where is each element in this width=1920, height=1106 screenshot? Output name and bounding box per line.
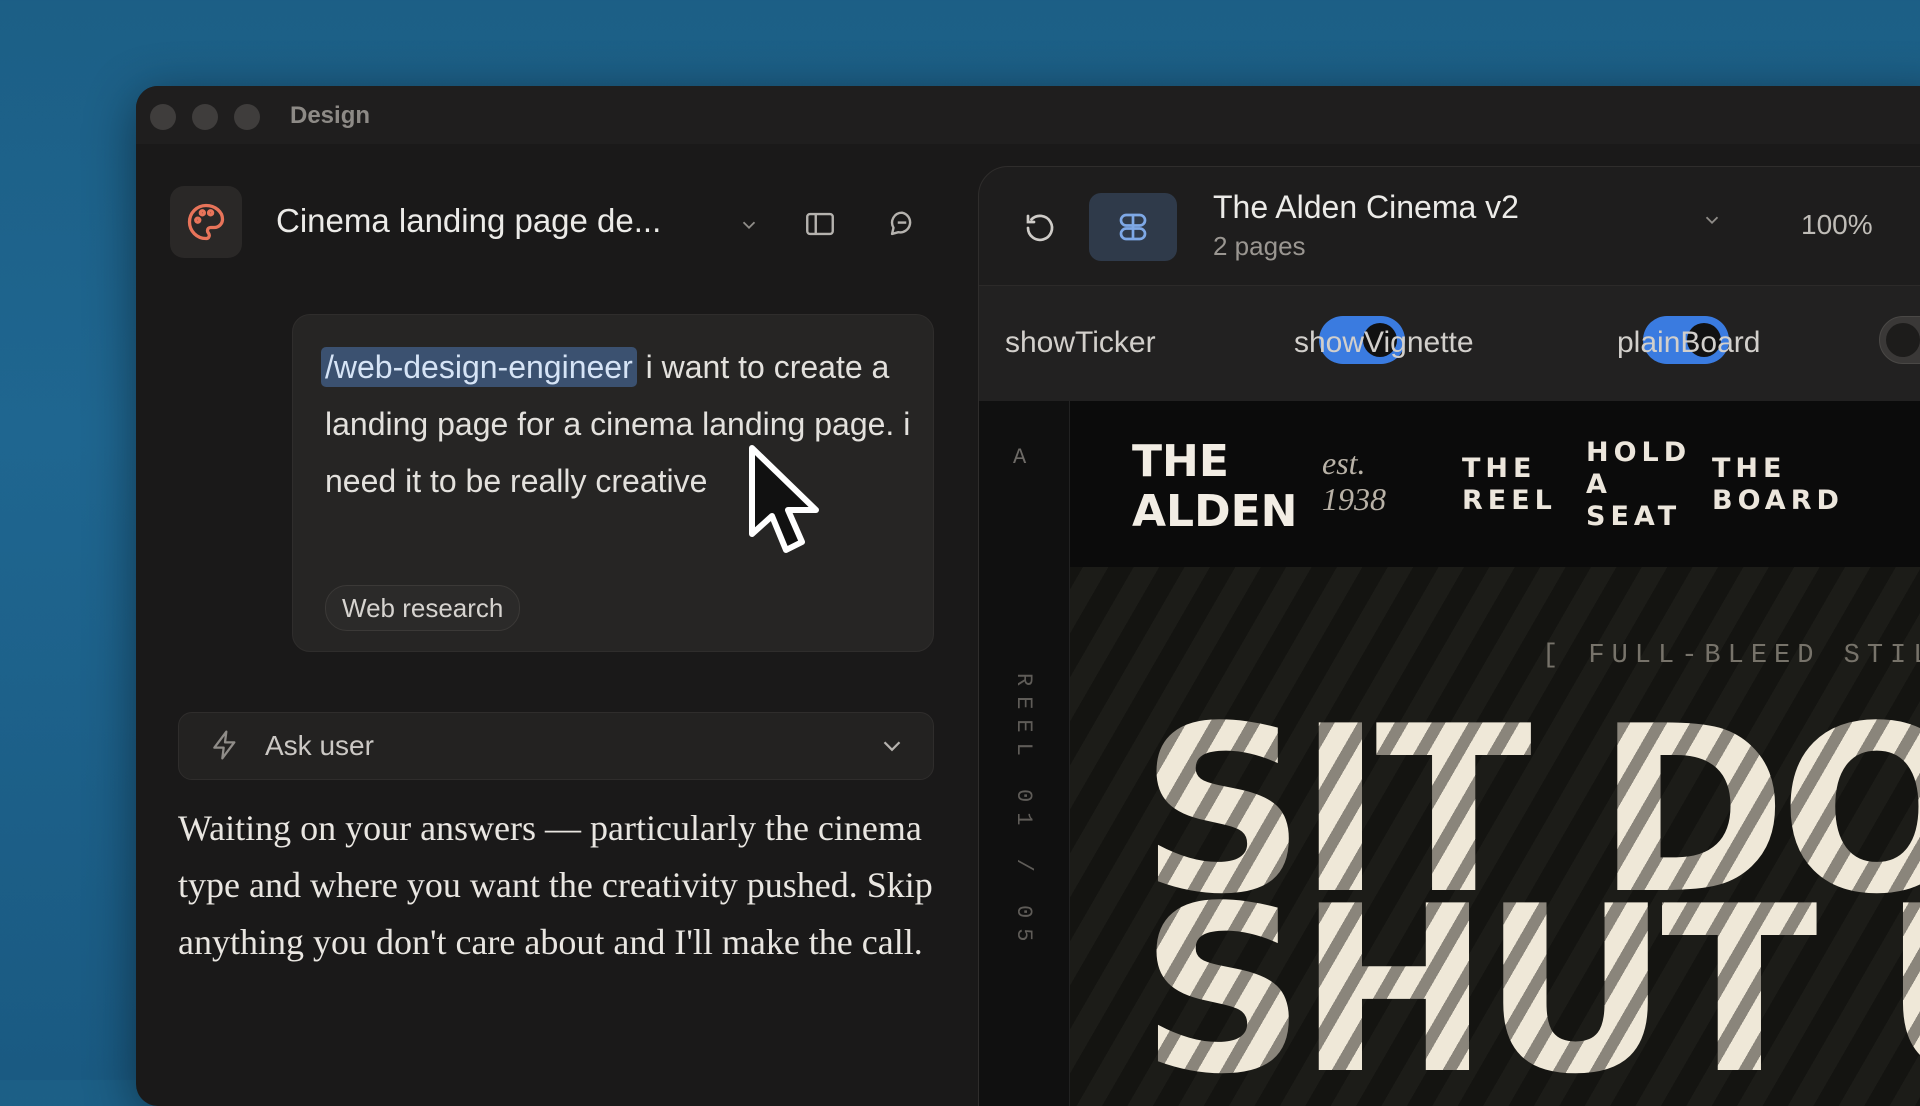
gutter-letter: A <box>1013 445 1027 470</box>
ask-user-label: Ask user <box>265 730 374 761</box>
web-research-chip[interactable]: Web research <box>325 585 521 631</box>
chevron-down-icon[interactable] <box>877 731 907 766</box>
site-preview: A REEL 01 / 05 THE ALDEN est. 1938 THE REE… <box>979 401 1920 1106</box>
nav-the-board[interactable]: THE BOARD <box>1712 453 1862 517</box>
mouse-pointer-icon <box>749 445 819 553</box>
toggle-label-showticker: showTicker <box>1005 326 1156 359</box>
title-bar: Design <box>136 86 1920 144</box>
chevron-down-icon[interactable] <box>734 210 764 240</box>
toggle-plainboard[interactable] <box>1879 316 1920 364</box>
site-logo[interactable]: THE ALDEN <box>1132 437 1312 537</box>
new-chat-icon[interactable] <box>882 204 922 244</box>
nav-the-reel[interactable]: THE REEL <box>1462 453 1572 517</box>
close-window-button[interactable] <box>150 104 176 130</box>
chevron-down-icon[interactable] <box>1697 205 1727 235</box>
lightning-icon <box>209 729 241 766</box>
preview-gutter: A REEL 01 / 05 <box>979 401 1070 1106</box>
maximize-window-button[interactable] <box>234 104 260 130</box>
window-title: Design <box>290 102 371 129</box>
nav-hold-a-seat[interactable]: HOLD A SEAT <box>1586 437 1696 533</box>
pages-view-icon[interactable] <box>1089 193 1177 261</box>
hero-headline-line2: SHUT U <box>1140 877 1920 1106</box>
site-header: THE ALDEN est. 1938 THE REEL HOLD A SEAT T… <box>1070 401 1920 567</box>
tweaks-bar: showTicker showVignette plainBoard <box>979 285 1920 403</box>
minimize-window-button[interactable] <box>192 104 218 130</box>
assistant-waiting-text: Waiting on your answers — particularly t… <box>178 808 933 962</box>
toggle-label-showvignette: showVignette <box>1294 326 1474 359</box>
user-message-card: /web-design-engineer i want to create a … <box>292 314 934 652</box>
still-placeholder-label: [ FULL-BLEED STILL <box>1542 641 1920 671</box>
command-tag[interactable]: /web-design-engineer <box>321 347 637 387</box>
document-title[interactable]: The Alden Cinema v2 <box>1213 189 1519 226</box>
refresh-icon[interactable] <box>1015 203 1065 253</box>
zoom-level[interactable]: 100% <box>1801 209 1873 241</box>
project-title[interactable]: Cinema landing page de... <box>276 202 661 240</box>
ask-user-row[interactable]: Ask user <box>178 712 934 780</box>
user-message-text: /web-design-engineer i want to create a … <box>321 339 915 510</box>
reel-counter: REEL 01 / 05 <box>1011 673 1036 952</box>
sidebar-toggle-icon[interactable] <box>800 204 840 244</box>
toggle-label-plainboard: plainBoard <box>1617 326 1761 359</box>
app-window: Design Cinema landing page de... /web-de… <box>136 86 1920 1106</box>
est-tagline: est. 1938 <box>1322 445 1386 517</box>
document-page-count: 2 pages <box>1213 231 1306 261</box>
preview-panel: The Alden Cinema v2 2 pages 100% showTic… <box>978 166 1920 1106</box>
toggle-knob <box>1886 323 1920 357</box>
palette-icon[interactable] <box>170 186 242 258</box>
hero-section: [ FULL-BLEED STILL SIT DOW SHUT U <box>1070 567 1920 1106</box>
